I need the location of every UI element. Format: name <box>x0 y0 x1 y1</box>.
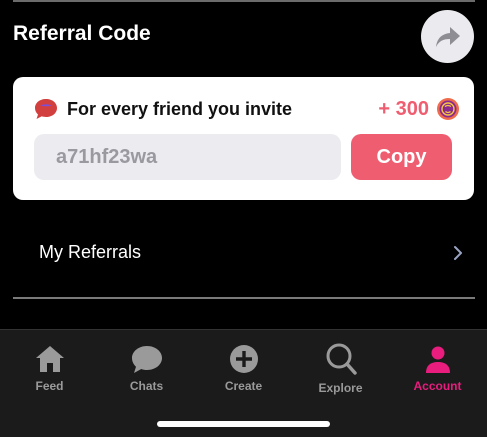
referral-code-field[interactable]: a71hf23wa <box>34 134 341 180</box>
reward: + 300 <box>378 97 460 121</box>
home-icon <box>35 346 64 372</box>
chevron-right-icon <box>454 246 462 260</box>
my-referrals-label: My Referrals <box>39 242 142 262</box>
reward-amount: + 300 <box>378 97 429 120</box>
referral-card: For every friend you invite + 300 a71hf2… <box>13 77 474 200</box>
share-button[interactable] <box>421 10 474 63</box>
search-icon <box>326 343 357 375</box>
tab-label: Account <box>413 379 462 393</box>
coin-icon <box>437 98 459 120</box>
top-divider <box>13 0 475 2</box>
tab-create[interactable]: Create <box>195 330 292 410</box>
tab-feed[interactable]: Feed <box>1 330 98 410</box>
person-icon <box>425 346 450 373</box>
share-arrow-icon <box>435 26 460 47</box>
section-title: Referral Code <box>13 22 151 45</box>
tab-label: Chats <box>129 379 164 393</box>
chat-icon <box>131 346 162 373</box>
tab-account[interactable]: Account <box>389 330 486 410</box>
copy-button[interactable]: Copy <box>351 134 452 180</box>
tab-label: Feed <box>35 379 64 393</box>
tab-label: Explore <box>318 381 363 395</box>
tab-label: Create <box>224 379 263 393</box>
chat-bubble-icon <box>35 99 57 119</box>
card-header: For every friend you invite <box>34 98 292 120</box>
card-headline: For every friend you invite <box>67 98 293 119</box>
my-referrals-row[interactable]: My Referrals <box>13 222 475 284</box>
home-indicator <box>157 421 330 427</box>
plus-circle-icon <box>229 345 258 373</box>
tab-chats[interactable]: Chats <box>98 330 195 410</box>
tab-explore[interactable]: Explore <box>292 330 389 410</box>
section-divider <box>13 297 475 299</box>
